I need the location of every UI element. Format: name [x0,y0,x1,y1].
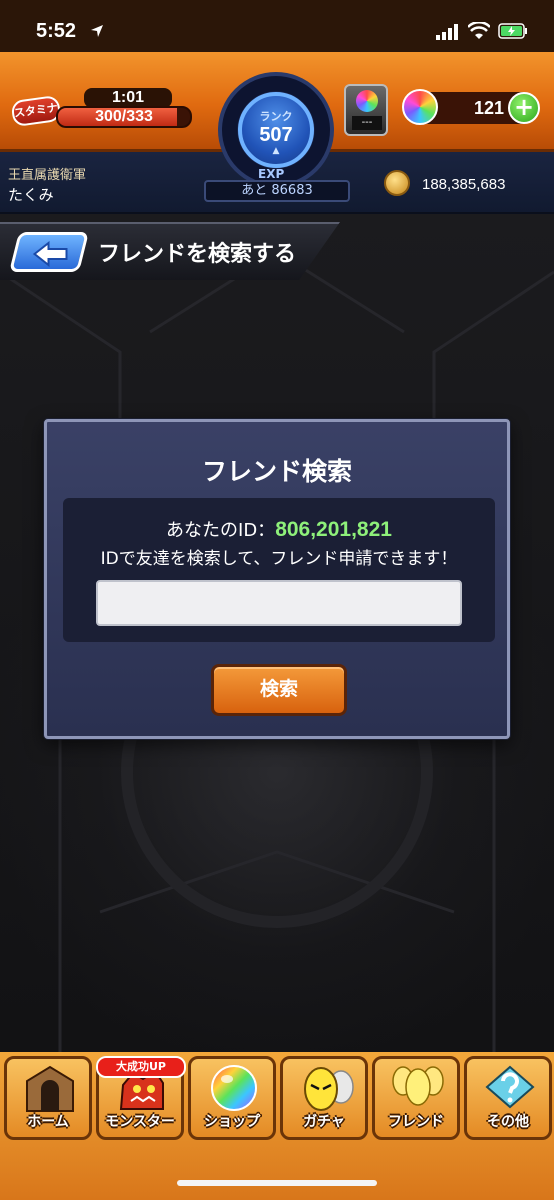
nav-friend[interactable]: フレンド [372,1056,460,1140]
my-id-line: あなたのID：806,201,821 [63,516,495,542]
dialog-title: フレンド検索 [201,457,352,486]
orb-count: 121 [473,98,504,118]
mini-orb-icon [356,90,378,112]
gacha-egg-icon [304,1067,354,1111]
guild-name: 王直属護衛軍 [8,168,87,183]
exp-label: EXP [258,167,285,181]
orb-slot-machine[interactable]: --- [344,84,388,136]
location-arrow-icon [91,25,103,37]
shop-orb-icon [211,1065,257,1111]
rank-label: ランク [259,110,293,123]
nav-label-shop: ショップ [204,1114,260,1130]
add-orb-button[interactable]: + [508,92,540,124]
nav-label-friend: フレンド [388,1114,444,1130]
back-arrow-icon [32,241,68,267]
stamina-bar: 300/333 [56,106,192,128]
nav-home[interactable]: ホーム [4,1056,92,1140]
page-title: フレンドを検索する [98,242,297,267]
stamina-timer: 1:01 [84,88,172,108]
search-description: IDで友達を検索して、フレンド申請できます！ [100,549,458,569]
coin-count: 188,385,683 [422,176,506,193]
wifi-icon [468,22,490,39]
success-up-badge: 大成功UP [96,1056,186,1078]
other-icon [485,1065,535,1109]
back-button[interactable] [9,232,89,272]
search-button[interactable]: 検索 [211,664,347,716]
nav-label-monster: モンスター [105,1114,175,1130]
orb-slot-label: --- [352,116,382,130]
nav-label-home: ホーム [27,1114,69,1130]
search-panel: あなたのID：806,201,821 IDで友達を検索して、フレンド申請できます… [63,498,495,642]
stamina-value: 300/333 [95,108,153,125]
friend-icon [392,1066,444,1106]
exp-remaining: あと 86683 [204,180,350,202]
home-icon [26,1065,74,1112]
nav-label-gacha: ガチャ [303,1114,345,1130]
nav-label-other: その他 [487,1114,529,1130]
nav-shop[interactable]: ショップ [188,1056,276,1140]
nav-other[interactable]: その他 [464,1056,552,1140]
my-id-value: 806,201,821 [275,518,392,541]
orb-icon [402,89,438,125]
signal-icon [436,24,458,40]
rank-value: 507 [259,124,293,146]
rank-up-arrow-icon: ▲ [272,146,280,156]
status-bar: 5:52 [0,0,554,52]
status-time: 5:52 [36,20,77,42]
my-id-label: あなたのID： [166,520,276,541]
rank-inner: ランク 507 ▲ [238,92,314,168]
friend-search-dialog: フレンド検索 あなたのID：806,201,821 IDで友達を検索して、フレン… [44,419,510,739]
nav-gacha[interactable]: ガチャ [280,1056,368,1140]
home-indicator[interactable] [177,1180,377,1186]
friend-id-input[interactable] [96,580,462,626]
username: たくみ [8,186,54,204]
gold-coin-icon [384,170,410,196]
battery-charging-icon [498,23,527,39]
